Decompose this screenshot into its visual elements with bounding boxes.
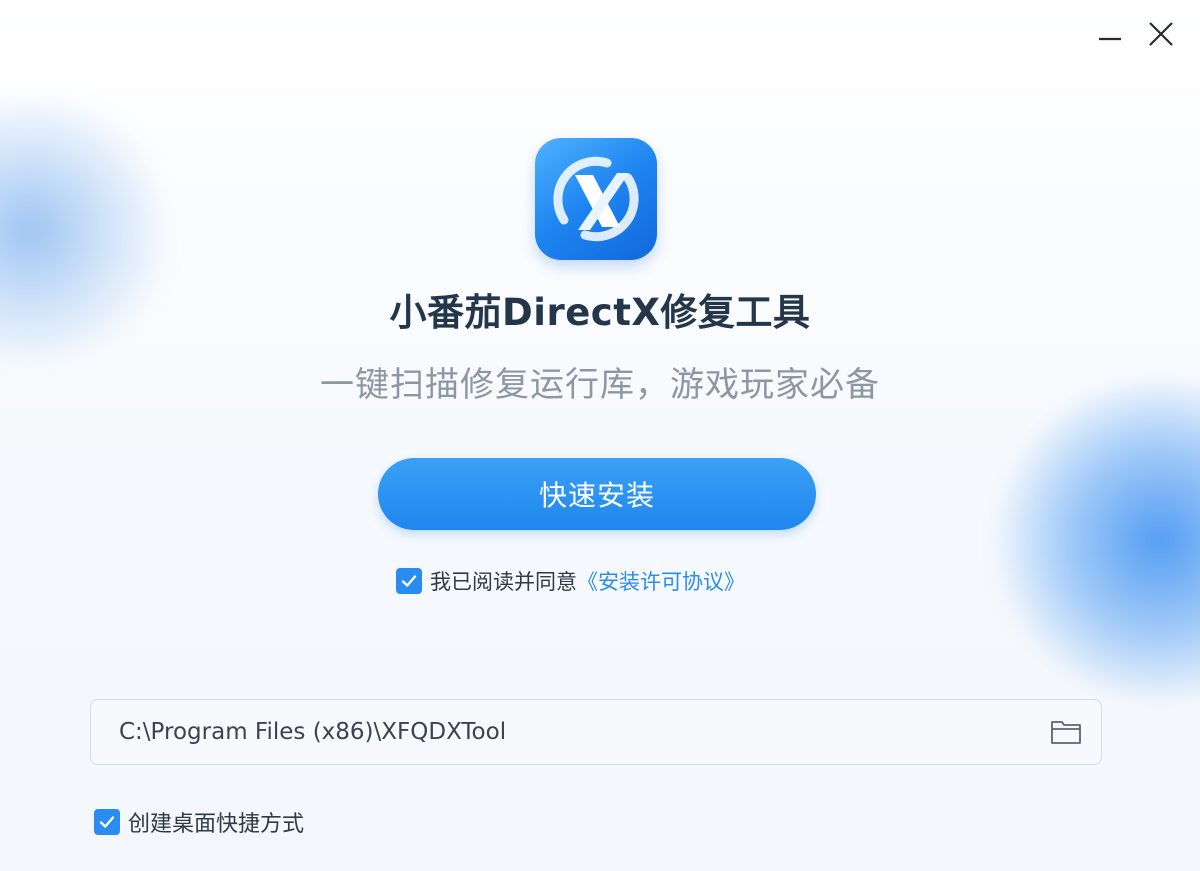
desktop-shortcut-label: 创建桌面快捷方式 [128,812,305,837]
app-title: 小番茄DirectX修复工具 [389,291,811,334]
browse-folder-button[interactable] [1049,716,1083,748]
close-button[interactable] [1141,14,1181,54]
minimize-button[interactable] [1090,14,1130,54]
agreement-text: 我已阅读并同意 [430,570,577,594]
shortcut-row: 创建桌面快捷方式 [94,808,305,837]
app-subtitle: 一键扫描修复运行库，游戏玩家必备 [320,365,880,405]
install-path-input[interactable] [119,700,1019,763]
desktop-shortcut-checkbox[interactable] [94,809,120,835]
install-path-box [90,699,1102,765]
close-icon [1149,22,1173,46]
folder-icon [1051,721,1081,744]
license-agreement-link[interactable]: 《安装许可协议》 [577,566,745,596]
app-logo [535,138,657,260]
checkmark-icon [99,816,115,828]
quick-install-button[interactable]: 快速安装 [378,458,816,530]
agreement-row: 我已阅读并同意 《安装许可协议》 [396,567,745,595]
installer-window: 小番茄DirectX修复工具 一键扫描修复运行库，游戏玩家必备 快速安装 我已阅… [0,0,1200,871]
directx-x-logo-icon [553,156,639,242]
decorative-blob-right [990,380,1200,700]
checkmark-icon [401,575,417,587]
agreement-checkbox[interactable] [396,568,422,594]
minimize-icon [1099,37,1121,41]
